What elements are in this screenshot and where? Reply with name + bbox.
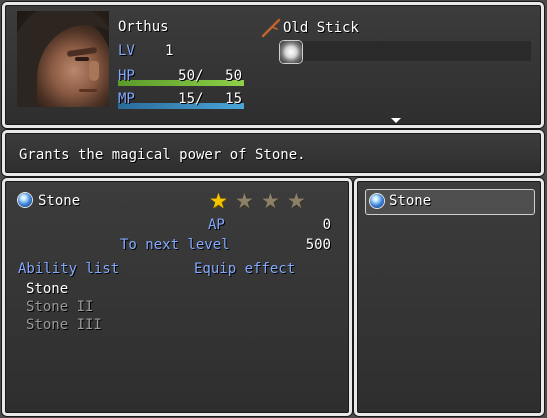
list-item-stone[interactable]: Stone — [389, 192, 431, 210]
next-level-label: To next level — [120, 237, 230, 253]
help-text: Grants the magical power of Stone. — [19, 147, 306, 163]
star-icon-1: ★ — [209, 189, 228, 213]
mp-max: 15 — [225, 91, 242, 107]
ap-label: AP — [208, 217, 225, 233]
ability-list-header: Ability list — [18, 261, 120, 277]
equip-effect-header: Equip effect — [194, 261, 296, 277]
ability-item-3: Stone III — [26, 317, 102, 333]
status-window: Orthus LV 1 HP 50 / 50 MP 15 / 15 Old St… — [2, 2, 544, 128]
blue-orb-icon — [18, 193, 32, 207]
nose-shape — [89, 61, 99, 81]
level-label: LV — [118, 43, 135, 59]
ap-value: 0 — [322, 217, 331, 233]
stone-detail-window: Stone ★ ★ ★ ★ AP 0 To next level 500 Abi… — [2, 178, 352, 416]
ability-item-2: Stone II — [26, 299, 94, 315]
stone-list-window: Stone — [354, 178, 544, 416]
star-icon-4: ★ — [287, 189, 306, 213]
equip-slot-weapon[interactable] — [283, 41, 531, 61]
star-icon-2: ★ — [235, 189, 254, 213]
blue-orb-icon — [370, 194, 384, 208]
mp-separator: / — [195, 91, 204, 107]
next-level-value: 500 — [305, 237, 331, 253]
star-icon-3: ★ — [261, 189, 280, 213]
stick-icon — [260, 17, 282, 39]
hp-label: HP — [118, 68, 135, 84]
scroll-down-arrow-icon[interactable] — [391, 118, 401, 123]
hood-shape — [17, 11, 109, 107]
orb-gem-icon[interactable] — [280, 41, 302, 63]
mp-current: 15 — [178, 91, 195, 107]
hp-separator: / — [195, 68, 204, 84]
ability-item-1: Stone — [26, 281, 69, 297]
mp-label: MP — [118, 91, 135, 107]
hp-max: 50 — [225, 68, 242, 84]
stone-name: Stone — [38, 193, 81, 209]
mouth-shape — [79, 89, 97, 92]
help-window: Grants the magical power of Stone. — [2, 130, 544, 176]
actor-name: Orthus — [118, 19, 169, 35]
actor-portrait — [17, 11, 109, 107]
level-value: 1 — [165, 43, 174, 59]
hp-current: 50 — [178, 68, 195, 84]
weapon-name: Old Stick — [283, 20, 359, 36]
eye-shape — [75, 57, 89, 61]
